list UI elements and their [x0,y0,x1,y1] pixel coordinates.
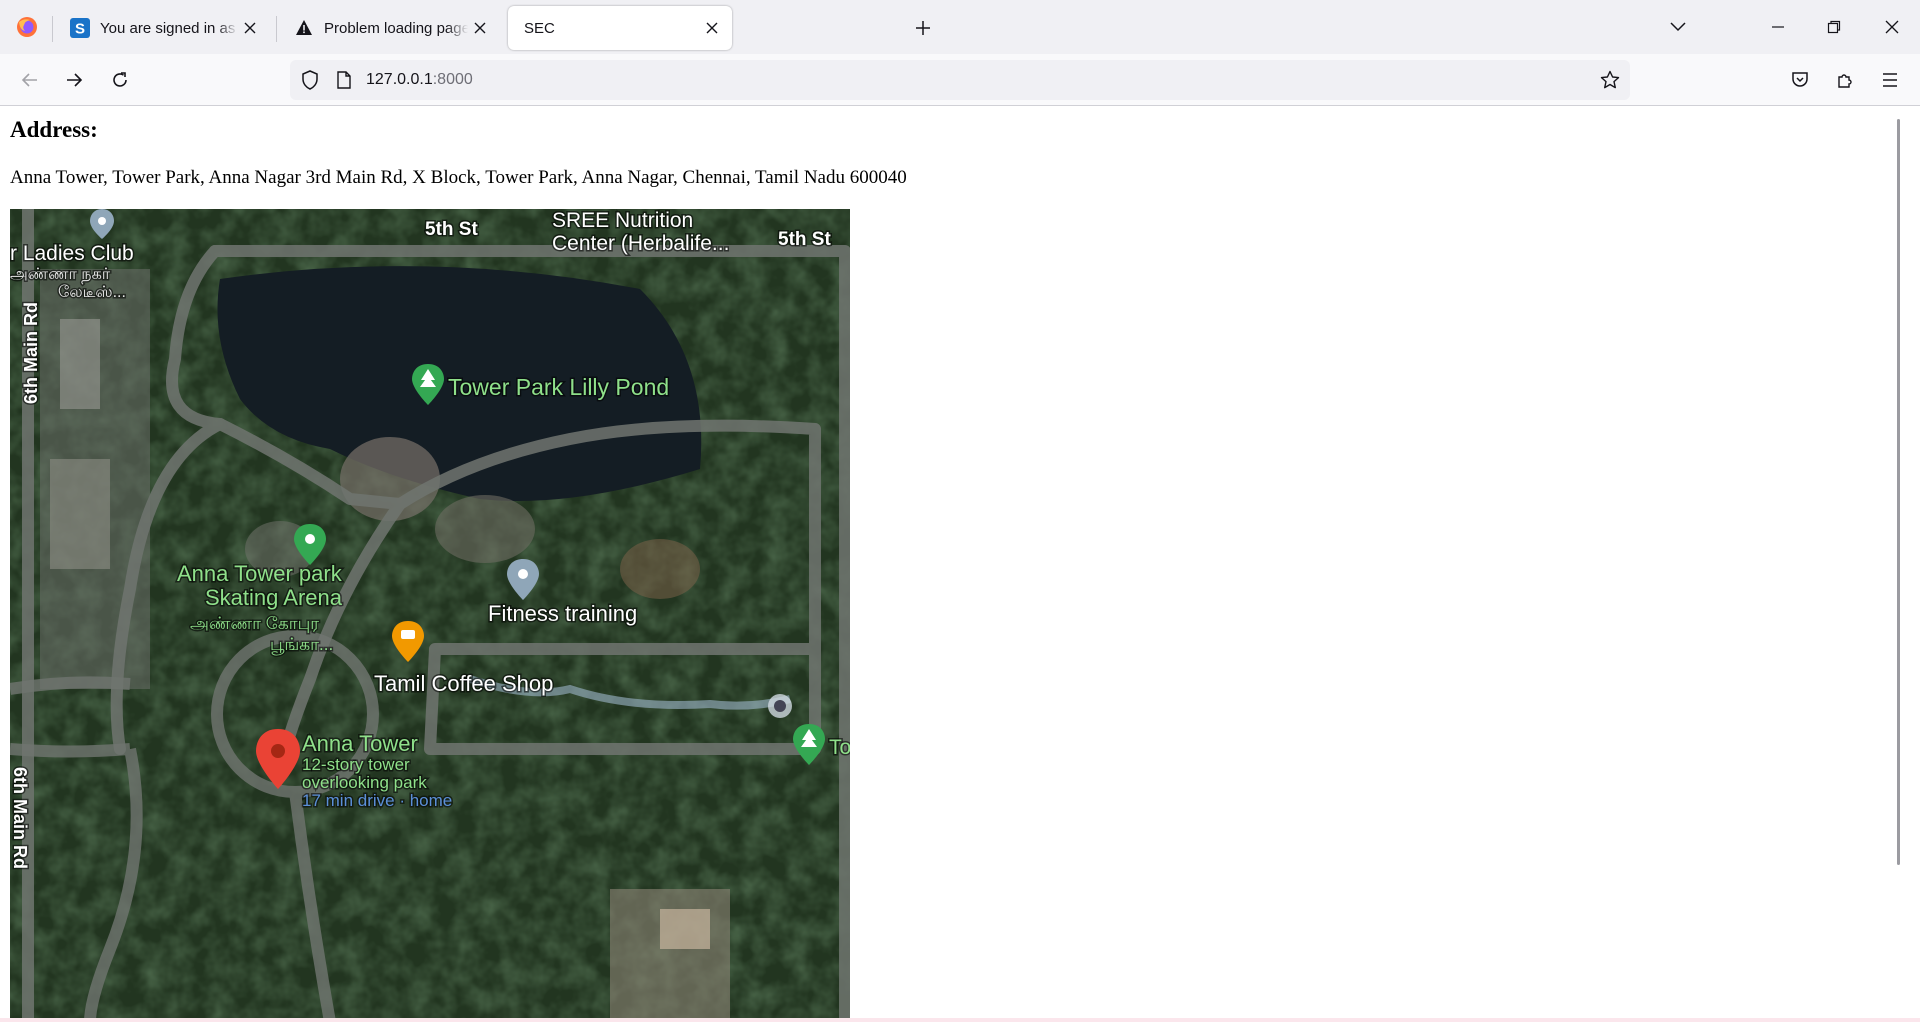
url-host: 127.0.0.1 [366,71,433,88]
plus-icon [916,21,930,35]
poi-label-fitness-training: Fitness training [488,601,637,626]
navigation-toolbar: 127.0.0.1:8000 [0,54,1920,106]
map-image: 5th St 5th St SREE Nutrition Center (Her… [10,209,850,1022]
pocket-icon [1792,72,1808,87]
menu-button[interactable] [1874,64,1906,96]
close-tab-icon[interactable] [468,16,492,40]
bookmark-star-icon[interactable] [1598,68,1622,92]
road-label-6th-main-rd: 6th Main Rd [10,767,30,869]
poi-label-skating-arena-tamil: பூங்கா... [270,635,333,654]
svg-text:S: S [75,21,85,38]
list-all-tabs-button[interactable] [1662,12,1694,42]
street-label-5th-st: 5th St [425,219,478,240]
road-label-6th-main-rd: 6th Main Rd [21,302,41,404]
url-port: :8000 [432,71,473,88]
tab-title: You are signed in as examuser7 [100,19,238,37]
poi-label-ladies-club: r Ladies Club [10,242,134,265]
tab-separator [52,16,53,42]
restore-button[interactable] [1818,12,1850,42]
poi-label-sree-nutrition: SREE Nutrition [552,209,693,232]
poi-label-anna-tower-desc: 12-story tower [302,755,410,774]
warning-icon [294,18,314,38]
tab-signed-in[interactable]: S You are signed in as examuser7 [58,6,270,50]
poi-label-sree-nutrition: Center (Herbalife... [552,232,729,255]
forward-button[interactable] [58,64,90,96]
poi-label-skating-arena: Skating Arena [205,585,343,610]
reload-icon [113,72,127,87]
poi-label-anna-tower: Anna Tower [302,731,418,756]
poi-label-lilly-pond: Tower Park Lilly Pond [448,374,669,400]
back-button[interactable] [14,64,46,96]
arrow-right-icon [67,73,83,87]
minimize-icon [1772,26,1784,28]
tab-separator [276,16,277,42]
puzzle-icon [1838,74,1852,88]
site-s-icon: S [70,18,90,38]
reload-button[interactable] [104,64,136,96]
hamburger-menu-icon [1883,73,1897,87]
shield-icon[interactable] [298,68,322,92]
firefox-logo-icon[interactable] [14,14,40,40]
tab-title: Problem loading page [324,19,468,37]
new-tab-button[interactable] [908,13,938,43]
poi-label-ladies-club-tamil: அண்ணா நகர் [10,266,111,283]
close-window-button[interactable] [1876,12,1908,42]
chevron-down-icon [1670,22,1686,32]
address-text: Anna Tower, Tower Park, Anna Nagar 3rd M… [10,167,907,188]
poi-label-tower-park: To [829,736,850,759]
address-heading: Address: [10,117,98,142]
vertical-scrollbar[interactable] [1892,107,1906,1022]
bottom-edge [0,1018,1920,1022]
pocket-button[interactable] [1784,64,1816,96]
poi-label-anna-tower-desc: overlooking park [302,773,427,792]
scrollbar-thumb[interactable] [1897,119,1900,865]
minimize-button[interactable] [1762,12,1794,42]
tab-strip: S You are signed in as examuser7 Problem… [0,0,1920,54]
tab-sec[interactable]: SEC [508,6,732,50]
poi-label-skating-arena: Anna Tower park [177,561,343,586]
tab-title: SEC [524,19,555,37]
street-label-5th-st: 5th St [778,229,831,250]
close-tab-icon[interactable] [700,16,724,40]
poi-label-anna-tower-drive: 17 min drive · home [302,791,452,810]
close-icon [1885,20,1899,34]
close-tab-icon[interactable] [238,16,262,40]
url-text[interactable]: 127.0.0.1:8000 [366,71,473,89]
poi-label-skating-arena-tamil: அண்ணா கோபுர [190,614,319,633]
tab-problem-loading[interactable]: Problem loading page [282,6,500,50]
page-info-icon[interactable] [332,68,356,92]
arrow-left-icon [21,73,37,87]
poi-label-ladies-club-tamil: லேடீஸ்... [58,284,126,301]
url-bar[interactable]: 127.0.0.1:8000 [290,60,1630,100]
poi-label-tamil-coffee-shop: Tamil Coffee Shop [374,671,553,696]
page-content: Address: Anna Tower, Tower Park, Anna Na… [0,107,1906,1022]
extensions-button[interactable] [1829,64,1861,96]
restore-icon [1827,20,1841,34]
